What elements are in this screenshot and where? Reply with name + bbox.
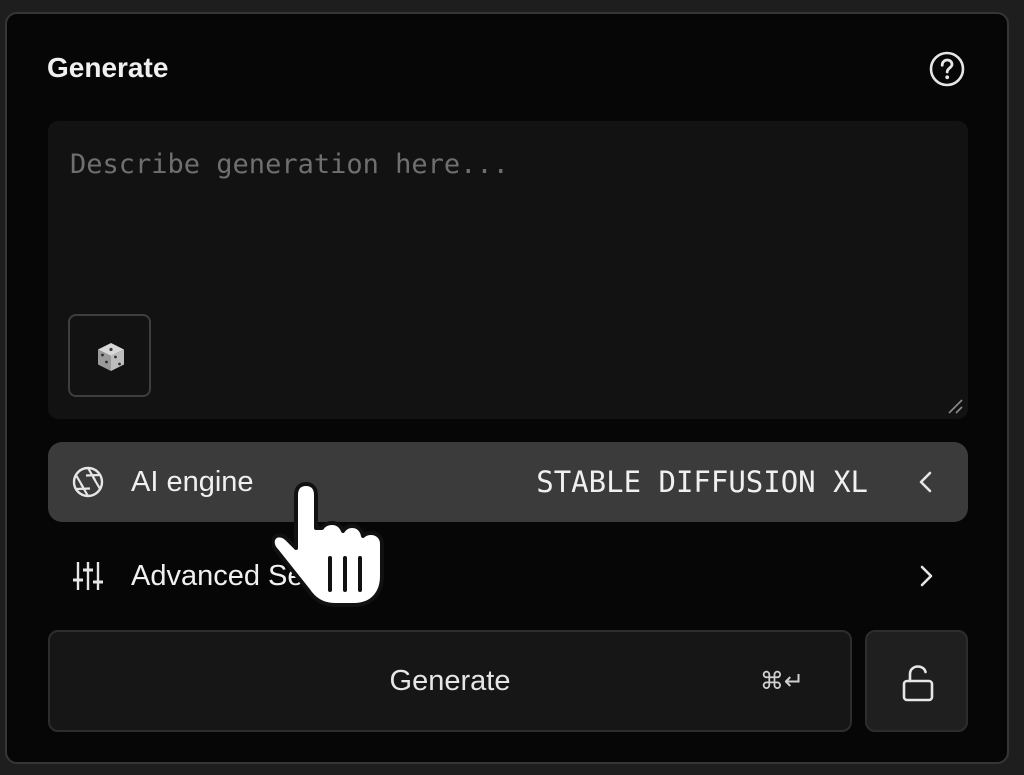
generate-button[interactable]: Generate ⌘↵ [48,630,852,732]
advanced-settings-label: Advanced Settings [131,560,373,592]
sliders-icon [73,562,103,590]
aperture-icon [72,466,104,498]
ai-engine-label: AI engine [131,466,254,498]
prompt-input[interactable] [48,121,968,419]
advanced-settings-row[interactable]: Advanced Settings [48,536,968,616]
resize-handle-icon[interactable] [946,397,964,415]
unlock-icon [902,665,934,702]
ai-engine-row[interactable]: AI engine STABLE DIFFUSION XL [48,442,968,522]
keyboard-shortcut-hint: ⌘↵ [759,667,804,695]
chevron-left-icon [919,471,932,493]
chevron-right-icon [920,565,933,587]
generate-button-label: Generate [389,665,511,697]
help-button[interactable] [929,51,965,87]
panel-title: Generate [47,52,169,83]
dice-icon [98,343,124,371]
ai-engine-value: STABLE DIFFUSION XL [536,465,868,499]
prompt-area [48,121,968,419]
random-prompt-button[interactable] [68,314,151,397]
lock-toggle-button[interactable] [865,630,968,732]
question-circle-icon [929,51,965,87]
